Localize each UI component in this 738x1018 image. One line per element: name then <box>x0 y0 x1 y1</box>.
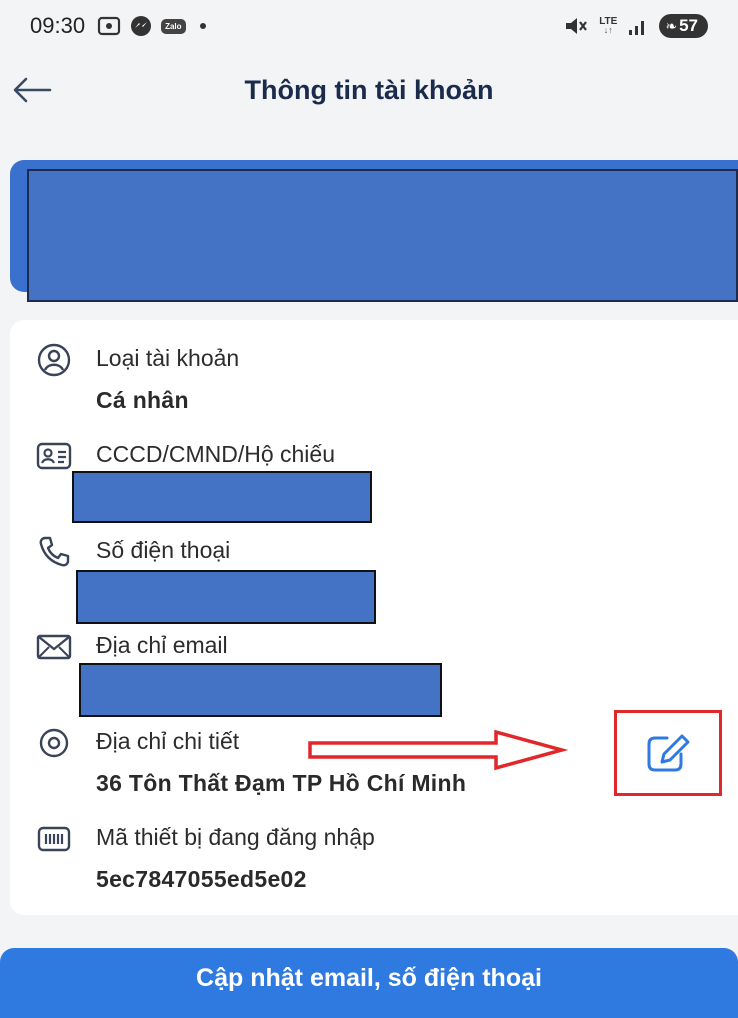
phone-label: Số điện thoại <box>96 537 231 563</box>
account-type-label: Loại tài khoản <box>96 345 240 371</box>
more-notifications-dot <box>199 23 206 29</box>
app-header: Thông tin tài khoản <box>0 60 738 120</box>
status-bar: 09:30 Zalo LTE ↓↑ ❧ 57 <box>0 0 738 52</box>
lte-icon: LTE ↓↑ <box>599 17 617 35</box>
back-button[interactable] <box>12 72 54 108</box>
account-type-value: Cá nhân <box>96 387 189 413</box>
battery-level: 57 <box>679 16 698 35</box>
device-code-row: Mã thiết bị đang đăng nhập 5ec7847055ed5… <box>36 824 716 904</box>
email-label: Địa chỉ email <box>96 632 228 658</box>
id-number-label: CCCD/CMND/Hộ chiếu <box>96 441 335 467</box>
status-time: 09:30 <box>30 13 86 38</box>
id-number-redaction <box>72 471 372 523</box>
screenshot-icon <box>97 15 121 37</box>
envelope-icon <box>36 632 72 662</box>
account-type-row: Loại tài khoản Cá nhân <box>36 343 716 425</box>
signal-icon <box>627 16 649 36</box>
device-code-value: 5ec7847055ed5e02 <box>96 866 307 892</box>
update-contact-label: Cập nhật email, số điện thoại <box>196 964 542 992</box>
device-barcode-icon <box>36 824 72 854</box>
mute-icon <box>563 15 589 37</box>
page-title: Thông tin tài khoản <box>244 74 494 105</box>
email-redaction <box>79 663 442 717</box>
annotation-arrow <box>308 729 568 771</box>
messenger-icon <box>129 14 153 38</box>
battery-indicator: ❧ 57 <box>659 14 708 38</box>
profile-redaction <box>27 169 738 302</box>
phone-redaction <box>76 570 376 624</box>
update-contact-button[interactable]: Cập nhật email, số điện thoại <box>0 948 738 1018</box>
edit-address-button[interactable] <box>614 710 722 796</box>
device-code-label: Mã thiết bị đang đăng nhập <box>96 824 375 850</box>
location-pin-icon <box>36 728 72 758</box>
arrow-left-icon <box>13 77 52 103</box>
id-card-icon <box>36 441 72 471</box>
notification-icons: Zalo <box>97 14 206 38</box>
user-circle-icon <box>36 343 72 377</box>
address-value: 36 Tôn Thất Đạm TP Hồ Chí Minh <box>96 770 467 796</box>
battery-saver-icon: ❧ <box>665 17 678 34</box>
system-icons: LTE ↓↑ ❧ 57 <box>563 14 708 38</box>
phone-icon <box>36 536 72 567</box>
data-arrows-icon: ↓↑ <box>603 25 613 35</box>
zalo-icon: Zalo <box>161 18 186 34</box>
address-label: Địa chỉ chi tiết <box>96 728 240 754</box>
edit-pencil-icon <box>647 734 690 772</box>
